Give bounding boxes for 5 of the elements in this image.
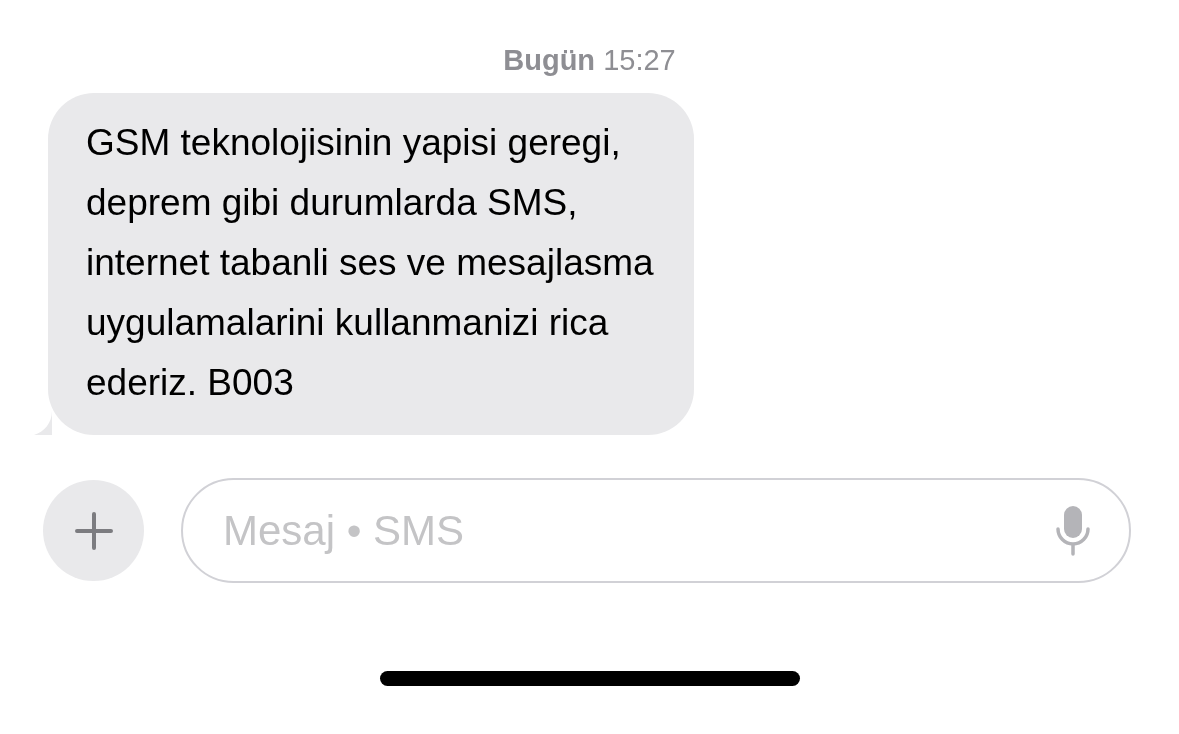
timestamp: Bugün 15:27 [503, 44, 676, 77]
message-input[interactable]: Mesaj • SMS [221, 505, 1055, 556]
message-field[interactable]: Mesaj • SMS [181, 478, 1131, 583]
microphone-icon [1055, 504, 1091, 557]
plus-icon [74, 511, 113, 550]
